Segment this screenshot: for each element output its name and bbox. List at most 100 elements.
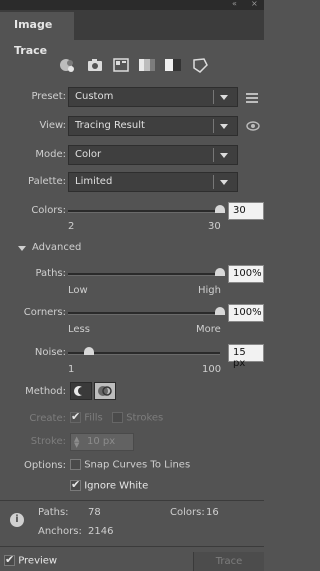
palette-dropdown[interactable]: Limited <box>68 172 238 192</box>
checkbox-icon <box>70 410 81 423</box>
stroke-field[interactable]: ▲ ▼ 10 px <box>70 433 134 451</box>
mode-label: Mode: <box>35 149 66 160</box>
stepper-icon: ▲ ▼ <box>74 435 80 449</box>
slider-track <box>68 312 220 315</box>
fills-checkbox[interactable]: Fills <box>70 410 103 424</box>
eye-icon[interactable] <box>246 120 260 135</box>
corners-min-label: Less <box>68 324 90 335</box>
method-abutting-button[interactable] <box>70 382 92 400</box>
snap-curves-checkbox[interactable]: Snap Curves To Lines <box>70 459 190 471</box>
preset-value: Custom <box>75 91 114 102</box>
fills-label: Fills <box>84 412 103 424</box>
chevron-down-icon <box>220 180 228 185</box>
method-label: Method: <box>25 386 66 397</box>
stroke-row: Stroke: ▲ ▼ 10 px <box>0 432 264 454</box>
black-and-white-icon[interactable] <box>163 55 183 75</box>
palette-row: Palette: Limited <box>0 172 264 194</box>
ignore-white-row: Ignore White <box>0 477 264 499</box>
corners-max-label: More <box>196 324 221 335</box>
preset-dropdown[interactable]: Custom <box>68 87 238 107</box>
paths-row: Paths: 100% <box>0 264 264 286</box>
snap-curves-label: Snap Curves To Lines <box>84 459 191 471</box>
dropdown-separator <box>213 148 214 162</box>
palette-value: Limited <box>75 176 113 187</box>
preset-label: Preset: <box>31 91 66 102</box>
method-row: Method: <box>0 382 264 404</box>
view-dropdown[interactable]: Tracing Result <box>68 116 238 136</box>
preset-row: Preset: Custom <box>0 87 264 109</box>
method-overlapping-button[interactable] <box>94 382 116 400</box>
colors-max-label: 30 <box>208 221 221 232</box>
dropdown-separator <box>213 90 214 104</box>
options-label: Options: <box>24 460 66 471</box>
dropdown-separator <box>213 175 214 189</box>
high-color-icon[interactable] <box>85 55 105 75</box>
checkbox-icon <box>70 459 81 470</box>
divider <box>0 500 264 501</box>
preset-manager-icon[interactable] <box>246 93 258 106</box>
colors-value-field[interactable]: 30 <box>228 202 264 220</box>
ignore-white-checkbox[interactable]: Ignore White <box>70 478 149 492</box>
ignore-white-label: Ignore White <box>84 480 149 492</box>
preview-checkbox[interactable]: Preview <box>4 553 58 567</box>
create-label: Create: <box>29 413 66 424</box>
stats-paths-value: 78 <box>88 507 101 518</box>
checkbox-icon <box>70 478 81 491</box>
view-value: Tracing Result <box>75 120 145 131</box>
mode-dropdown[interactable]: Color <box>68 145 238 165</box>
colors-label: Colors: <box>31 205 66 216</box>
advanced-label: Advanced <box>32 242 82 253</box>
paths-value-field[interactable]: 100% <box>228 265 264 283</box>
checkbox-icon <box>4 553 15 566</box>
stats-paths-label: Paths: <box>38 507 69 518</box>
colors-min-label: 2 <box>68 221 75 232</box>
noise-slider[interactable] <box>68 345 220 361</box>
outline-icon[interactable] <box>190 55 210 75</box>
view-label: View: <box>39 120 66 131</box>
strokes-label: Strokes <box>126 412 164 424</box>
noise-value-field[interactable]: 15 px <box>228 344 264 369</box>
paths-min-label: Low <box>68 285 88 296</box>
tab-image-trace[interactable]: Image Trace <box>0 12 74 57</box>
advanced-toggle[interactable]: Advanced <box>0 239 264 261</box>
checkbox-icon <box>112 412 123 423</box>
corners-slider[interactable] <box>68 305 225 321</box>
mode-value: Color <box>75 149 102 160</box>
disclosure-triangle-icon <box>18 246 26 251</box>
noise-label: Noise: <box>34 347 66 358</box>
trace-button[interactable]: Trace <box>193 552 264 571</box>
collapse-icon[interactable]: « <box>232 0 237 8</box>
mode-row: Mode: Color <box>0 145 264 167</box>
close-icon[interactable]: × <box>251 0 258 8</box>
corners-value-field[interactable]: 100% <box>228 304 264 322</box>
dropdown-separator <box>213 119 214 133</box>
chevron-down-icon <box>220 95 228 100</box>
palette-label: Palette: <box>27 176 66 187</box>
info-icon: i <box>10 513 24 527</box>
auto-color-icon[interactable] <box>58 55 78 75</box>
preview-label: Preview <box>18 555 58 567</box>
low-color-icon[interactable] <box>111 55 131 75</box>
stats-anchors-value: 2146 <box>88 526 114 537</box>
panel-top-bar: « × <box>0 0 264 10</box>
stroke-value: 10 px <box>87 436 116 447</box>
chevron-down-icon <box>220 124 228 129</box>
paths-max-label: High <box>198 285 221 296</box>
grayscale-icon[interactable] <box>137 55 157 75</box>
slider-track <box>68 210 220 213</box>
colors-row: Colors: 30 <box>0 201 264 223</box>
colors-slider[interactable] <box>68 203 225 219</box>
stats-colors-value: 16 <box>206 507 219 518</box>
noise-min-label: 1 <box>68 364 75 375</box>
stroke-label: Stroke: <box>30 436 66 447</box>
corners-label: Corners: <box>23 307 66 318</box>
stats-anchors-label: Anchors: <box>38 526 82 537</box>
paths-slider[interactable] <box>68 266 225 282</box>
divider <box>0 546 264 547</box>
corners-row: Corners: 100% <box>0 303 264 325</box>
paths-label: Paths: <box>35 268 66 279</box>
noise-row: Noise: 15 px <box>0 343 264 369</box>
strokes-checkbox[interactable]: Strokes <box>112 412 163 424</box>
chevron-down-icon <box>220 153 228 158</box>
slider-track <box>68 273 220 276</box>
